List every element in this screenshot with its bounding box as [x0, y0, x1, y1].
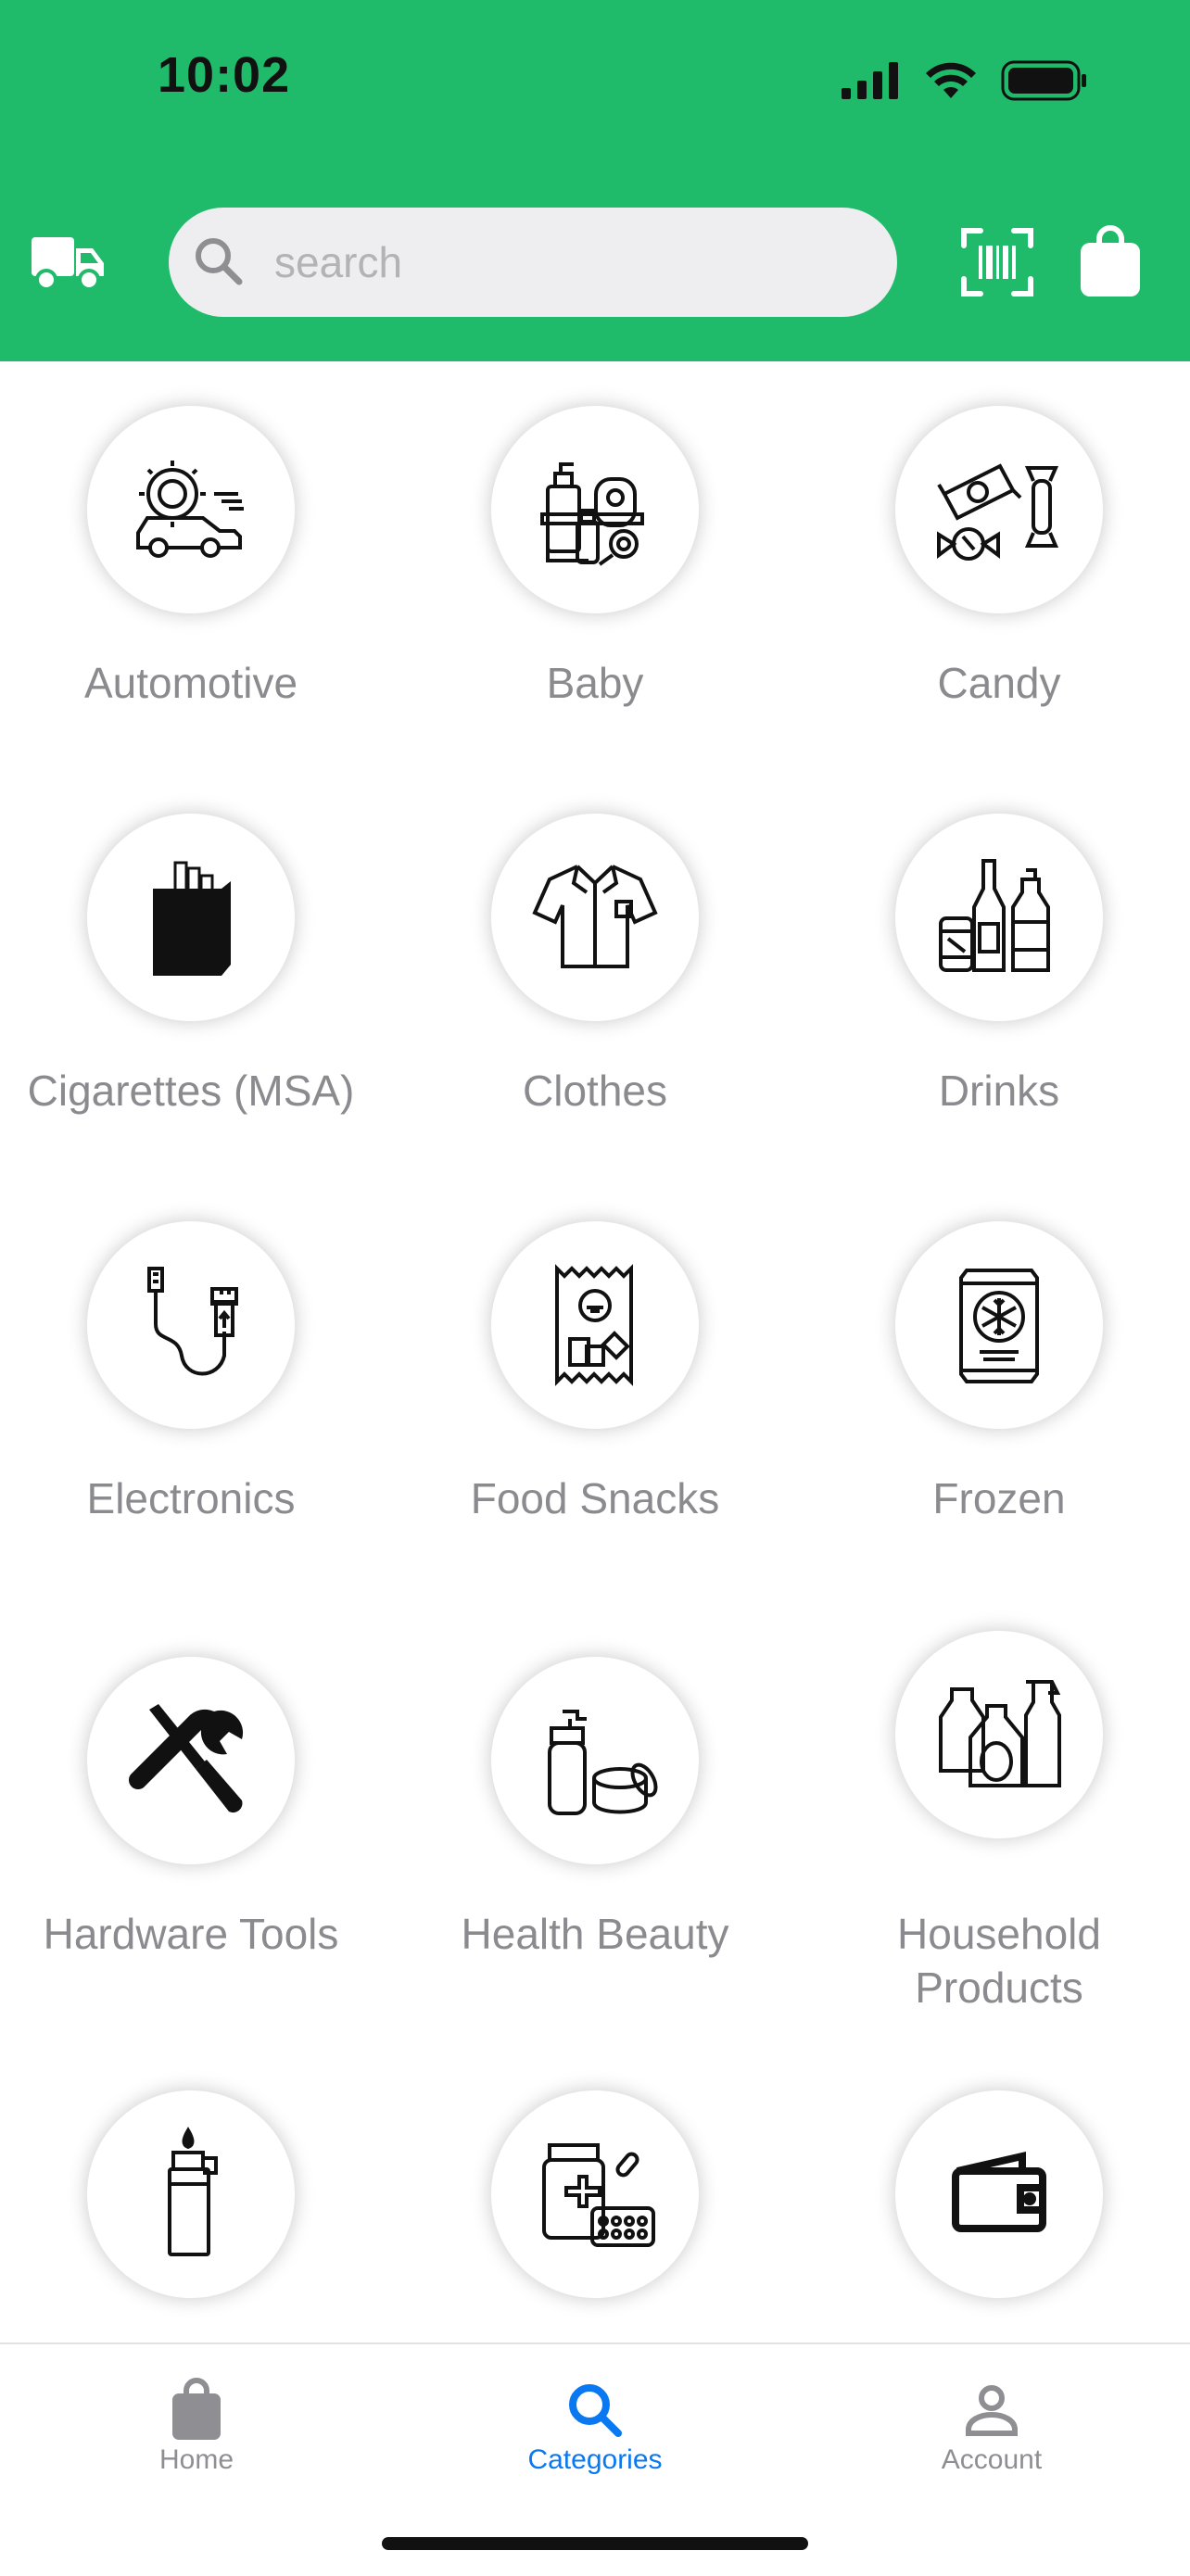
category-circle [87, 406, 295, 613]
category-label: Electronics [86, 1474, 296, 1522]
category-circle [491, 1657, 699, 1864]
category-label: Food Snacks [470, 1474, 720, 1522]
category-drinks[interactable]: Drinks [808, 769, 1190, 1168]
status-icons [842, 57, 1088, 104]
category-label: Clothes [523, 1067, 667, 1115]
tab-label-categories: Categories [527, 2444, 663, 2475]
category-label: Household Products [897, 1910, 1101, 2012]
category-circle [895, 2090, 1103, 2298]
cleaning-products-icon [939, 1680, 1061, 1787]
category-cigarettes[interactable]: Cigarettes (MSA) [0, 769, 397, 1168]
truck-icon[interactable] [32, 232, 106, 293]
category-label: Frozen [932, 1474, 1066, 1522]
signal-icon [842, 62, 898, 99]
category-lighters[interactable] [0, 2046, 397, 2342]
category-circle [87, 814, 295, 1021]
category-label: Hardware Tools [43, 1910, 339, 1958]
automotive-icon [136, 461, 244, 558]
frozen-bag-icon [959, 1269, 1039, 1383]
search-icon [196, 238, 243, 285]
category-household[interactable]: Household Products [808, 1586, 1190, 2012]
bottles-icon [939, 859, 1050, 972]
home-indicator [382, 2537, 808, 2550]
category-baby[interactable]: Baby [404, 361, 801, 760]
medicine-icon [542, 2143, 655, 2247]
search-icon [569, 2384, 622, 2437]
category-circle [87, 1657, 295, 1864]
category-grid: Automotive Baby Candy Cigarettes (MSA) C… [0, 361, 1190, 2342]
snack-bag-icon [555, 1264, 633, 1386]
category-circle [895, 1221, 1103, 1429]
category-candy[interactable]: Candy [808, 361, 1190, 760]
candy-icon [937, 463, 1059, 561]
tab-home[interactable]: Home [57, 2344, 335, 2502]
category-circle [491, 406, 699, 613]
category-label: Automotive [83, 659, 298, 707]
person-icon [966, 2385, 1018, 2436]
status-time: 10:02 [158, 47, 291, 103]
category-medicine[interactable] [404, 2046, 801, 2342]
category-label: Health Beauty [461, 1910, 729, 1958]
category-circle [87, 2090, 295, 2298]
search-input[interactable] [272, 224, 869, 300]
category-health-beauty[interactable]: Health Beauty [404, 1612, 801, 2011]
category-frozen[interactable]: Frozen [808, 1177, 1190, 1575]
wallet-icon [952, 2151, 1046, 2232]
shopping-bag-icon[interactable] [1079, 224, 1142, 298]
category-circle [491, 2090, 699, 2298]
category-label: Baby [546, 659, 644, 707]
header: 10:02 [0, 0, 1190, 361]
cosmetics-icon [548, 1710, 658, 1815]
category-wallets[interactable] [808, 2046, 1190, 2342]
category-label: Cigarettes (MSA) [27, 1067, 355, 1115]
category-automotive[interactable]: Automotive [0, 361, 397, 760]
wifi-icon [926, 62, 976, 98]
shirt-icon [532, 865, 658, 968]
category-label: Candy [937, 659, 1061, 707]
tab-account[interactable]: Account [853, 2344, 1131, 2502]
category-circle [87, 1221, 295, 1429]
category-clothes[interactable]: Clothes [404, 769, 801, 1168]
battery-icon [1001, 60, 1086, 101]
tab-categories[interactable]: Categories [456, 2344, 734, 2502]
category-circle [491, 814, 699, 1021]
category-label: Drinks [938, 1067, 1060, 1115]
category-food-snacks[interactable]: Food Snacks [404, 1177, 801, 1575]
tab-label-account: Account [941, 2444, 1043, 2475]
category-circle [491, 1221, 699, 1429]
barcode-scan-icon[interactable] [960, 225, 1034, 299]
bag-icon [172, 2378, 221, 2440]
cigarette-pack-icon [153, 861, 231, 976]
lighter-icon [168, 2127, 218, 2256]
tab-label-home: Home [158, 2444, 234, 2475]
category-circle [895, 406, 1103, 613]
category-electronics[interactable]: Electronics [0, 1177, 397, 1575]
search-bar[interactable] [169, 208, 897, 317]
category-hardware-tools[interactable]: Hardware Tools [0, 1612, 397, 2011]
tools-icon [128, 1704, 244, 1813]
category-circle [895, 1631, 1103, 1838]
usb-cable-icon [147, 1267, 238, 1376]
baby-products-icon [540, 462, 644, 566]
category-circle [895, 814, 1103, 1021]
